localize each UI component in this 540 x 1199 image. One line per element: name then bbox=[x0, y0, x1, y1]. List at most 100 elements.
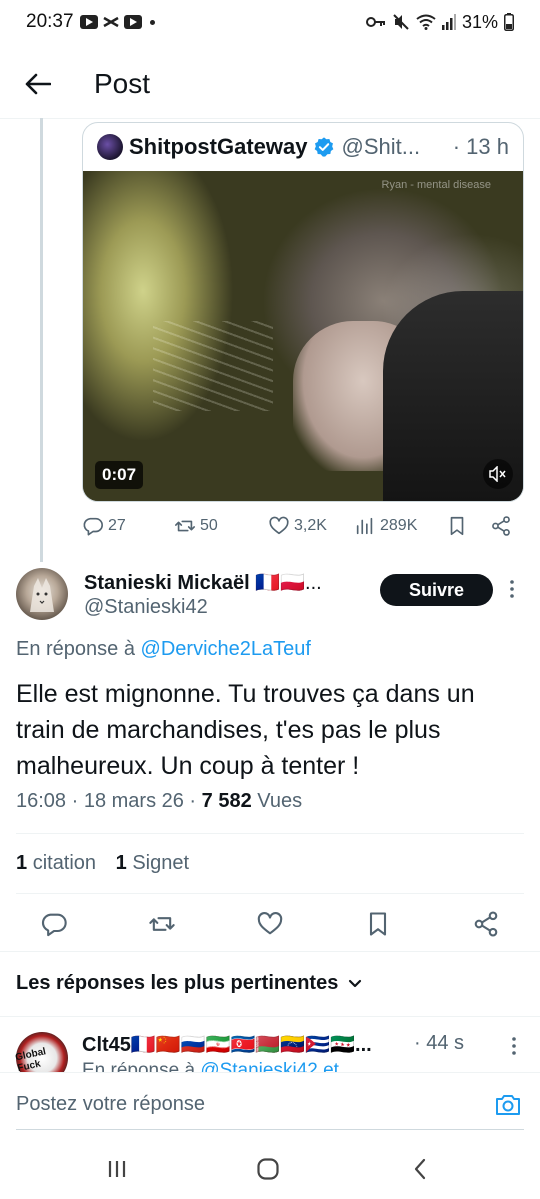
more-vertical-icon bbox=[512, 1037, 516, 1055]
chevron-down-icon bbox=[349, 979, 362, 987]
bookmark-action[interactable] bbox=[446, 515, 468, 537]
avatar[interactable] bbox=[16, 568, 68, 620]
youtube-icon bbox=[79, 15, 98, 29]
reply-action[interactable]: 27 bbox=[82, 515, 126, 537]
post-timestamp[interactable]: 16:08 · 18 mars 26 · bbox=[16, 790, 202, 812]
like-action[interactable]: 3,2K bbox=[268, 515, 327, 537]
quote-label: citation bbox=[32, 852, 97, 874]
analytics-icon bbox=[356, 517, 373, 535]
reply-icon[interactable] bbox=[40, 910, 68, 938]
reply-context: En réponse à @Derviche2LaTeuf bbox=[16, 638, 311, 661]
replies-sort-label: Les réponses les plus pertinentes bbox=[16, 972, 339, 994]
signal-icon bbox=[441, 14, 456, 30]
reply-mention-link[interactable]: @Stanieski42 et bbox=[200, 1060, 339, 1072]
bookmark-icon[interactable] bbox=[364, 910, 392, 938]
repost-action[interactable]: 50 bbox=[174, 515, 218, 537]
video-player[interactable]: Ryan - mental disease 0:07 bbox=[83, 171, 523, 501]
quoted-post-actions: 27 50 3,2K 289K bbox=[82, 508, 524, 544]
wifi-icon bbox=[416, 14, 436, 30]
views-action[interactable]: 289K bbox=[354, 515, 417, 537]
bookmarks-stat[interactable]: 1 Signet bbox=[116, 852, 189, 874]
more-options-button[interactable] bbox=[504, 576, 520, 602]
back-button[interactable] bbox=[18, 64, 58, 104]
speaker-muted-icon bbox=[489, 466, 506, 482]
author-handle[interactable]: @Stanieski42 bbox=[84, 596, 208, 619]
home-icon[interactable] bbox=[255, 1156, 281, 1182]
follow-button[interactable]: Suivre bbox=[380, 574, 493, 606]
more-options-button[interactable] bbox=[506, 1034, 522, 1058]
video-watermark: Ryan - mental disease bbox=[381, 179, 491, 191]
share-action[interactable] bbox=[490, 515, 512, 537]
author-name[interactable]: Stanieski Mickaël 🇫🇷🇵🇱... bbox=[84, 570, 322, 595]
vpn-key-icon bbox=[365, 17, 385, 27]
mute-icon bbox=[393, 14, 409, 30]
divider bbox=[0, 118, 540, 119]
video-duration-badge: 0:07 bbox=[95, 461, 144, 489]
post-metadata: 16:08 · 18 mars 26 · 7 582 Vues bbox=[16, 790, 302, 813]
reply-count: 27 bbox=[108, 517, 126, 534]
status-time: 20:37 bbox=[26, 11, 74, 32]
like-count: 3,2K bbox=[294, 517, 327, 534]
top-app-bar: Post bbox=[0, 54, 540, 114]
camera-icon[interactable] bbox=[494, 1091, 522, 1119]
reply-mention-link[interactable]: @Derviche2LaTeuf bbox=[141, 638, 311, 660]
page-title: Post bbox=[94, 68, 151, 99]
quoted-post-header: ShitpostGateway @Shit... · 13 h bbox=[83, 123, 523, 171]
quote-count: 1 bbox=[16, 852, 28, 874]
thread-connector-line bbox=[40, 118, 43, 562]
divider bbox=[16, 833, 524, 834]
reply-prefix: En réponse à bbox=[82, 1060, 196, 1072]
bookmark-icon bbox=[450, 516, 464, 536]
reply-author-name[interactable]: Clt45🇫🇷🇨🇳🇷🇺🇮🇷🇰🇵🇧🇾🇻🇪🇨🇺🇸🇾... bbox=[82, 1032, 372, 1057]
status-bar: 20:37 31% bbox=[0, 0, 540, 44]
recent-apps-icon[interactable] bbox=[104, 1156, 130, 1182]
heart-icon[interactable] bbox=[256, 910, 284, 938]
quoted-author-name[interactable]: ShitpostGateway bbox=[129, 134, 307, 160]
post-actions bbox=[0, 900, 540, 948]
heart-icon bbox=[269, 516, 289, 535]
back-nav-icon[interactable] bbox=[408, 1156, 434, 1182]
wolf-avatar-image bbox=[30, 578, 54, 612]
reply-composer: Postez votre réponse bbox=[0, 1072, 540, 1136]
youtube-icon bbox=[123, 15, 142, 29]
repost-icon bbox=[175, 520, 195, 532]
capcut-icon bbox=[102, 16, 119, 28]
share-icon bbox=[492, 516, 510, 536]
repost-icon[interactable] bbox=[148, 910, 176, 938]
more-vertical-icon bbox=[510, 580, 514, 598]
post-text: Elle est mignonne. Tu trouves ça dans un… bbox=[16, 680, 475, 780]
divider bbox=[0, 951, 540, 952]
share-icon[interactable] bbox=[472, 910, 500, 938]
reply-input[interactable]: Postez votre réponse bbox=[16, 1093, 205, 1116]
quoted-post-card[interactable]: ShitpostGateway @Shit... · 13 h Ryan - m… bbox=[82, 122, 524, 502]
battery-percent: 31% bbox=[461, 11, 498, 32]
reply-context: En réponse à @Stanieski42 et bbox=[82, 1060, 339, 1072]
post-views-label: Vues bbox=[257, 790, 303, 812]
reply-icon bbox=[83, 517, 103, 536]
bookmark-label: Signet bbox=[132, 852, 190, 874]
video-mute-button[interactable] bbox=[483, 459, 513, 489]
quoted-author-handle: @Shit... bbox=[341, 134, 421, 159]
reply-time: · 44 s bbox=[414, 1032, 465, 1054]
divider bbox=[16, 1129, 524, 1130]
divider bbox=[16, 893, 524, 894]
view-count: 289K bbox=[380, 517, 418, 534]
repost-count: 50 bbox=[200, 517, 218, 534]
reply-prefix: En réponse à bbox=[16, 638, 135, 660]
replies-sort-dropdown[interactable]: Les réponses les plus pertinentes bbox=[16, 972, 362, 995]
system-navigation-bar bbox=[0, 1136, 540, 1199]
author-flags: 🇫🇷🇵🇱... bbox=[255, 572, 322, 594]
avatar[interactable]: Global Fuck bbox=[11, 1027, 73, 1072]
bookmark-count: 1 bbox=[115, 852, 127, 874]
battery-icon bbox=[504, 13, 514, 31]
quotes-stat[interactable]: 1 citation bbox=[16, 852, 96, 874]
avatar[interactable] bbox=[97, 134, 123, 160]
post-view-count: 7 582 bbox=[201, 790, 252, 812]
quoted-post-time: · 13 h bbox=[452, 134, 509, 159]
post-author-row: Stanieski Mickaël 🇫🇷🇵🇱... @Stanieski42 S… bbox=[16, 566, 524, 626]
video-frame-light bbox=[153, 321, 273, 411]
dot-icon bbox=[149, 19, 155, 25]
post-stats: 1 citation 1 Signet bbox=[16, 852, 189, 875]
arrow-left-icon bbox=[25, 73, 51, 95]
list-item[interactable]: Global Fuck Clt45🇫🇷🇨🇳🇷🇺🇮🇷🇰🇵🇧🇾🇻🇪🇨🇺🇸🇾... ·… bbox=[0, 1020, 540, 1072]
